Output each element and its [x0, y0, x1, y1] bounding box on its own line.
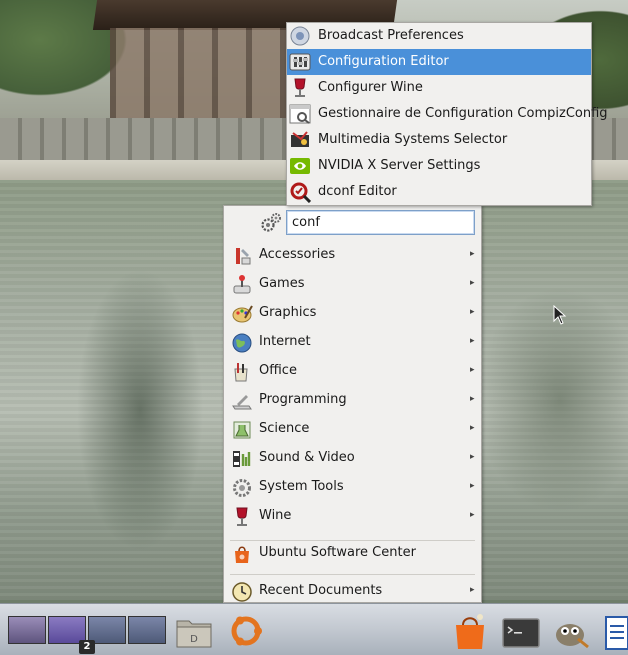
submenu-arrow-icon: ▸ [470, 481, 475, 491]
submenu-arrow-icon: ▸ [470, 249, 475, 259]
nvidia-icon [290, 158, 310, 174]
search-result-label: Configuration Editor [318, 54, 449, 69]
dconf-editor-icon [290, 182, 311, 203]
menu-item-office[interactable]: Office ▸ [224, 357, 481, 386]
terminal-icon[interactable] [501, 611, 541, 651]
menu-item-recent-documents[interactable]: Recent Documents ▸ [224, 577, 481, 606]
broadcast-icon [290, 26, 310, 46]
menu-item-programming[interactable]: Programming ▸ [224, 386, 481, 415]
search-result-nvidia-x-server-settings[interactable]: NVIDIA X Server Settings [287, 153, 591, 179]
search-result-dconf-editor[interactable]: dconf Editor [287, 179, 591, 205]
software-center-bag-icon[interactable] [450, 611, 490, 651]
menu-item-graphics[interactable]: Graphics ▸ [224, 299, 481, 328]
workspace-1[interactable] [8, 616, 46, 644]
shopping-bag-icon [235, 546, 249, 563]
compizconfig-icon [289, 104, 311, 124]
menu-item-ubuntu-software-center[interactable]: Ubuntu Software Center [224, 539, 481, 568]
clock-icon [232, 582, 252, 602]
submenu-arrow-icon: ▸ [470, 423, 475, 433]
gimp-icon[interactable] [550, 611, 590, 651]
menu-item-label: Recent Documents [259, 583, 383, 598]
menu-item-label: Sound & Video [259, 450, 355, 465]
menu-item-label: Internet [259, 334, 311, 349]
games-icon [233, 275, 251, 294]
search-results-popup: Broadcast Preferences Configuration Edito… [286, 22, 608, 206]
menu-item-label: Ubuntu Software Center [259, 545, 416, 560]
submenu-arrow-icon: ▸ [470, 336, 475, 346]
search-result-label: dconf Editor [318, 184, 397, 199]
menu-item-label: Wine [259, 508, 292, 523]
internet-globe-icon [232, 333, 252, 353]
search-result-label: Multimedia Systems Selector [318, 132, 508, 147]
search-result-label: Broadcast Preferences [318, 28, 464, 43]
submenu-arrow-icon: ▸ [470, 452, 475, 462]
submenu-arrow-icon: ▸ [470, 278, 475, 288]
menu-item-accessories[interactable]: Accessories ▸ [224, 241, 481, 270]
svg-text:D: D [190, 634, 198, 645]
search-input[interactable] [286, 210, 475, 235]
submenu-arrow-icon: ▸ [470, 307, 475, 317]
search-result-configuration-editor[interactable]: Configuration Editor [287, 49, 591, 75]
menu-item-games[interactable]: Games ▸ [224, 270, 481, 299]
gears-icon [261, 213, 281, 232]
search-result-multimedia-systems-selector[interactable]: Multimedia Systems Selector [287, 127, 591, 153]
search-result-label: Gestionnaire de Configuration CompizConf… [318, 106, 608, 121]
sound-video-icon [233, 451, 251, 467]
menu-item-wine[interactable]: Wine ▸ [224, 502, 481, 531]
search-row [224, 206, 481, 240]
mouse-pointer-icon [553, 305, 567, 325]
programming-icon [232, 395, 252, 410]
search-result-broadcast-preferences[interactable]: Broadcast Preferences [287, 23, 591, 49]
menu-item-label: Office [259, 363, 297, 378]
office-icon [234, 363, 248, 382]
menu-item-label: Games [259, 276, 305, 291]
menu-item-label: Science [259, 421, 310, 436]
multimedia-selector-icon [291, 131, 309, 147]
graphics-icon [232, 305, 253, 323]
menu-item-label: Programming [259, 392, 347, 407]
taskbar: 2 D [0, 603, 628, 655]
ubuntu-logo-icon[interactable] [226, 611, 266, 651]
submenu-arrow-icon: ▸ [470, 510, 475, 520]
menu-item-internet[interactable]: Internet ▸ [224, 328, 481, 357]
document-icon[interactable] [604, 611, 628, 651]
search-result-label: Configurer Wine [318, 80, 423, 95]
menu-item-label: Graphics [259, 305, 317, 320]
application-menu: Accessories▸Games▸Graphics▸Internet▸Offi… [223, 205, 482, 603]
wine-glass-icon [236, 507, 248, 526]
submenu-arrow-icon: ▸ [470, 585, 475, 595]
submenu-arrow-icon: ▸ [470, 365, 475, 375]
configuration-editor-icon [289, 53, 311, 71]
menu-item-label: System Tools [259, 479, 344, 494]
menu-item-system-tools[interactable]: System Tools ▸ [224, 473, 481, 502]
home-folder-icon[interactable]: D [174, 611, 214, 651]
accessories-icon [236, 248, 251, 265]
workspace-count-badge: 2 [79, 640, 95, 654]
menu-separator [230, 574, 475, 575]
system-tools-icon [233, 479, 251, 497]
wine-config-icon [294, 78, 306, 97]
search-result-configurer-wine[interactable]: Configurer Wine [287, 75, 591, 101]
search-result-gestionnaire-de-configuration-compizconfig[interactable]: Gestionnaire de Configuration CompizConf… [287, 101, 608, 127]
workspace-4[interactable] [128, 616, 166, 644]
science-icon [233, 421, 251, 439]
menu-item-sound-video[interactable]: Sound & Video ▸ [224, 444, 481, 473]
menu-item-science[interactable]: Science ▸ [224, 415, 481, 444]
menu-item-label: Accessories [259, 247, 336, 262]
submenu-arrow-icon: ▸ [470, 394, 475, 404]
search-result-label: NVIDIA X Server Settings [318, 158, 481, 173]
